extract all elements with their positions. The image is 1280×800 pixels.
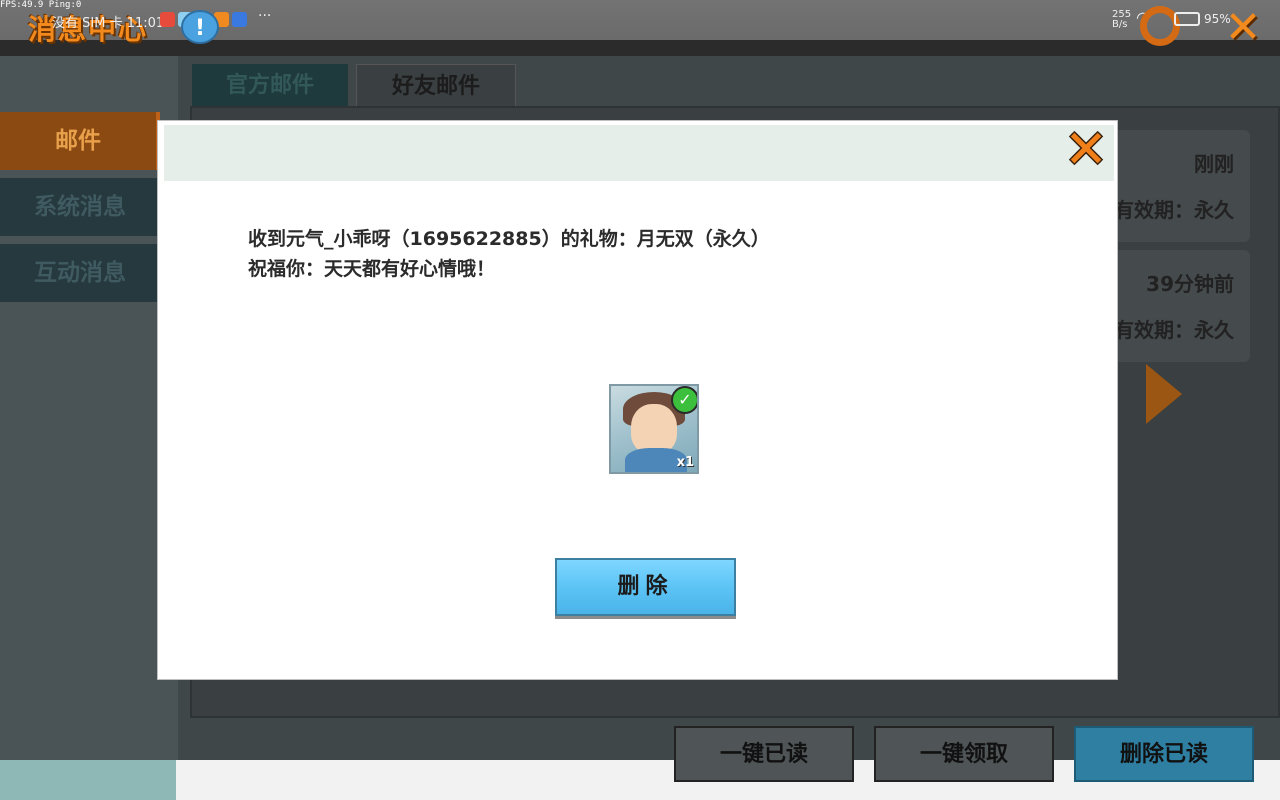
- status-overflow: ···: [258, 8, 272, 24]
- claim-all-button[interactable]: 一键领取: [874, 726, 1054, 782]
- dialog-message-line-1: 收到元气_小乖呀（1695622885）的礼物：月无双（永久）: [248, 228, 770, 250]
- gift-count: x1: [676, 455, 694, 470]
- gift-item-slot[interactable]: ✓ x1: [609, 384, 699, 474]
- tab-official-mail[interactable]: 官方邮件: [192, 64, 348, 108]
- mail-list-item[interactable]: 39分钟前 有效期：永久: [1096, 250, 1250, 362]
- sidebar-footer: [0, 760, 176, 800]
- app-blue-icon: [232, 12, 247, 27]
- sidebar-item-interaction-messages[interactable]: 互动消息: [0, 244, 160, 302]
- battery-icon: [1174, 12, 1200, 26]
- delete-read-button[interactable]: 删除已读: [1074, 726, 1254, 782]
- status-carrier: 没有 SIM 卡 11:01: [52, 16, 165, 31]
- floating-assistant-bubble[interactable]: !: [181, 10, 219, 44]
- mail-time: 刚刚: [1194, 152, 1234, 176]
- net-speed: 255 B/s: [1112, 9, 1132, 30]
- app-weibo-icon: [160, 12, 175, 27]
- sidebar-item-system-messages[interactable]: 系统消息: [0, 178, 160, 236]
- main-close-icon[interactable]: ✕: [1222, 6, 1264, 50]
- dialog-close-icon[interactable]: ✕: [1063, 124, 1109, 176]
- mail-list-item[interactable]: 刚刚 有效期：永久: [1096, 130, 1250, 242]
- sidebar-item-mail[interactable]: 邮件: [0, 112, 160, 170]
- gift-character-face: [631, 404, 677, 454]
- mark-all-read-button[interactable]: 一键已读: [674, 726, 854, 782]
- tab-friend-mail[interactable]: 好友邮件: [356, 64, 516, 110]
- dialog-message-line-2: 祝福你：天天都有好心情哦！: [248, 258, 496, 280]
- next-page-arrow-icon[interactable]: [1146, 364, 1182, 424]
- mail-time: 39分钟前: [1146, 272, 1234, 296]
- claimed-check-icon: ✓: [671, 386, 697, 414]
- dialog-header: [164, 125, 1114, 181]
- delete-mail-button[interactable]: 删除: [555, 558, 736, 616]
- mail-expiry: 有效期：永久: [1114, 318, 1234, 342]
- mail-expiry: 有效期：永久: [1114, 198, 1234, 222]
- gift-mail-dialog: ✕ 收到元气_小乖呀（1695622885）的礼物：月无双（永久） 祝福你：天天…: [157, 120, 1118, 680]
